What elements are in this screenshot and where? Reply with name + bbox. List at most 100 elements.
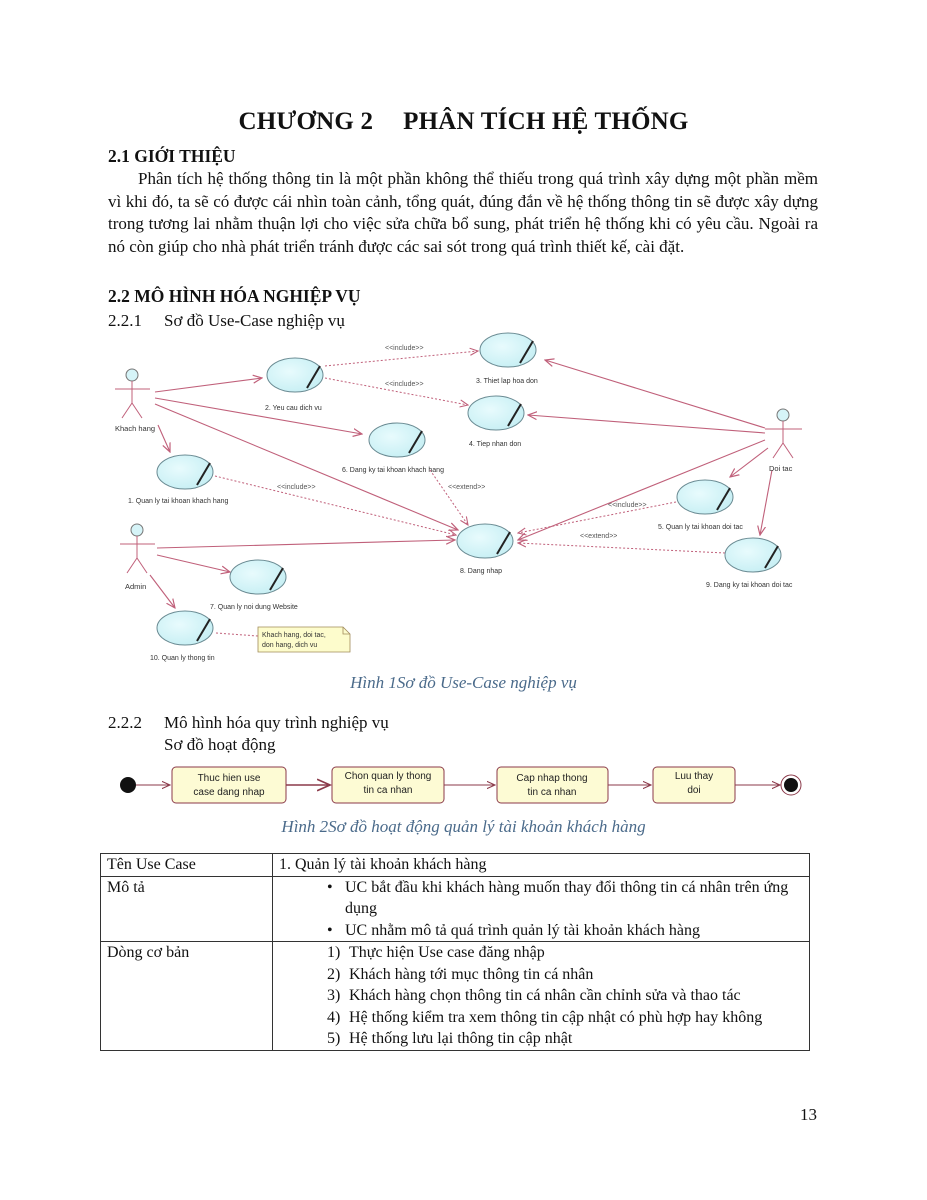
list-item: 1) Thực hiện Use case đăng nhập (327, 942, 803, 964)
activity-line: tin ca nhan (528, 787, 577, 798)
activity-3: Cap nhap thong tin ca nhan (496, 766, 609, 804)
figure-1-caption: Hình 1Sơ đồ Use-Case nghiệp vụ (350, 673, 577, 692)
dependencies (214, 351, 726, 637)
activity-line: doi (687, 785, 700, 796)
usecase-spec-table: Tên Use Case 1. Quản lý tài khoản khách … (100, 853, 810, 1051)
note-line: don hang, dich vu (262, 642, 317, 649)
chapter-name: PHÂN TÍCH HỆ THỐNG (403, 108, 689, 135)
list-item: UC bắt đầu khi khách hàng muốn thay đổi … (327, 877, 803, 920)
extend-label: <<extend>> (448, 484, 485, 491)
activity-line: case dang nhap (193, 787, 265, 798)
include-label: <<include>> (277, 484, 316, 491)
actor-admin (120, 523, 155, 574)
usecase-label: 4. Tiep nhan don (469, 441, 521, 448)
assoc-doitac-uc3 (545, 360, 766, 429)
row-key: Tên Use Case (100, 853, 273, 877)
actor-label: Admin (125, 582, 146, 591)
chapter-title: CHƯƠNG 2 PHÂN TÍCH HỆ THỐNG (0, 108, 927, 136)
usecase-3 (479, 332, 537, 368)
activity-4: Luu thay doi (652, 766, 736, 804)
description-list: UC bắt đầu khi khách hàng muốn thay đổi … (279, 877, 803, 942)
usecase-5 (676, 479, 734, 515)
actor-head-icon (125, 368, 139, 382)
step-text: Khách hàng chọn thông tin cá nhân cần ch… (349, 987, 741, 1004)
activity-line: Luu thay (675, 771, 713, 782)
include-label: <<include>> (385, 381, 424, 388)
actor-label: Doi tac (769, 464, 793, 473)
usecase-6 (368, 422, 426, 458)
activity-line: Cap nhap thong (516, 773, 587, 784)
section-heading-2-1: 2.1 GIỚI THIỆU (108, 146, 236, 166)
include-uc5-uc8 (518, 501, 677, 533)
actor-khach-hang (115, 368, 150, 419)
usecase-label: 2. Yeu cau dich vu (265, 405, 322, 412)
basic-flow-list: 1) Thực hiện Use case đăng nhập 2) Khách h… (279, 942, 803, 1050)
step-number: 3) (327, 987, 341, 1004)
activity-line: tin ca nhan (364, 785, 413, 796)
activity-2: Chon quan ly thong tin ca nhan (331, 766, 445, 804)
chapter-number: CHƯƠNG 2 (238, 108, 374, 135)
actor-doi-tac (765, 408, 802, 459)
subsection-2-2-1: 2.2.1 Sơ đồ Use-Case nghiệp vụ (108, 311, 345, 331)
assoc-admin-uc7 (156, 554, 230, 572)
page-number: 13 (800, 1105, 817, 1124)
step-number: 1) (327, 944, 341, 961)
usecase-label: 1. Quan ly tai khoan khach hang (128, 498, 229, 505)
activity-diagram-heading: Sơ đồ hoạt động (164, 735, 276, 754)
assoc-doitac-uc9 (760, 469, 773, 535)
usecase-label: 3. Thiet lap hoa don (476, 378, 538, 385)
usecase-10 (156, 610, 214, 646)
subsection-title: Sơ đồ Use-Case nghiệp vụ (164, 311, 345, 330)
step-number: 4) (327, 1008, 341, 1026)
assoc-admin-uc10 (149, 574, 175, 608)
usecase-label: 9. Dang ky tai khoan doi tac (706, 582, 793, 589)
usecase-8 (456, 523, 514, 559)
row-key: Dòng cơ bản (100, 941, 273, 1051)
usecase-label: 7. Quan ly noi dung Website (210, 604, 298, 611)
usecase-diagram: <<include>> <<include>> <<include>> <<ex… (115, 332, 802, 662)
final-node (780, 774, 802, 796)
step-text: Hệ thống kiểm tra xem thông tin cập nhật… (349, 1008, 763, 1026)
subsection-title: Mô hình hóa quy trình nghiệp vụ (164, 713, 389, 732)
usecase-labels: 1. Quan ly tai khoan khach hang 2. Yeu c… (128, 378, 793, 662)
list-item: UC nhằm mô tả quá trình quản lý tài khoả… (327, 920, 803, 942)
usecase-2 (266, 357, 324, 393)
actor-head-icon (130, 523, 144, 537)
assoc-khachhang-uc2 (154, 378, 262, 393)
assoc-admin-uc8 (156, 540, 455, 549)
assoc-khachhang-uc1 (157, 424, 170, 452)
usecase-7 (229, 559, 287, 595)
include-label: <<include>> (385, 345, 424, 352)
row-value: 1) Thực hiện Use case đăng nhập 2) Khách h… (272, 941, 810, 1051)
subsection-number: 2.2.1 (108, 311, 142, 330)
include-uc2-uc3 (324, 351, 478, 367)
usecase-label: 8. Dang nhap (460, 568, 502, 575)
activity-line: Thuc hien use (198, 773, 261, 784)
assoc-doitac-uc4 (528, 415, 766, 434)
usecase-label: 5. Quan ly tai khoan doi tac (658, 524, 743, 531)
table-row: Tên Use Case 1. Quản lý tài khoản khách … (100, 853, 810, 877)
subsection-2-2-2: 2.2.2 Mô hình hóa quy trình nghiệp vụ (108, 713, 389, 733)
list-item: 4) Hệ thống kiểm tra xem thông tin cập nh… (327, 1007, 803, 1029)
note-link (215, 632, 259, 637)
row-value: UC bắt đầu khi khách hàng muốn thay đổi … (272, 875, 810, 942)
extend-uc9-uc8 (518, 543, 726, 554)
extend-uc6-uc8 (429, 469, 468, 525)
step-number: 5) (327, 1030, 341, 1047)
activity-1: Thuc hien use case dang nhap (171, 766, 287, 804)
step-number: 2) (327, 965, 341, 983)
activity-diagram: Thuc hien use case dang nhap Chon quan l… (120, 766, 802, 804)
row-key: Mô tả (100, 875, 273, 942)
step-text: Hệ thống lưu lại thông tin cập nhật (349, 1030, 573, 1047)
step-text: Khách hàng tới mục thông tin cá nhân (349, 965, 594, 983)
usecase-1 (156, 454, 214, 490)
usecase-label: 6. Dang ky tai khoan khach hang (342, 467, 444, 474)
figure-2-caption: Hình 2Sơ đồ hoạt động quản lý tài khoản … (281, 817, 646, 836)
subsection-number: 2.2.2 (108, 713, 142, 732)
table-row: Mô tả UC bắt đầu khi khách hàng muốn tha… (100, 875, 810, 942)
note: Khach hang, doi tac, don hang, dich vu (257, 626, 351, 653)
list-item: 3) Khách hàng chọn thông tin cá nhân cần … (327, 985, 803, 1007)
activity-line: Chon quan ly thong (345, 771, 432, 782)
include-label: <<include>> (608, 502, 647, 509)
step-text: Thực hiện Use case đăng nhập (349, 944, 545, 961)
